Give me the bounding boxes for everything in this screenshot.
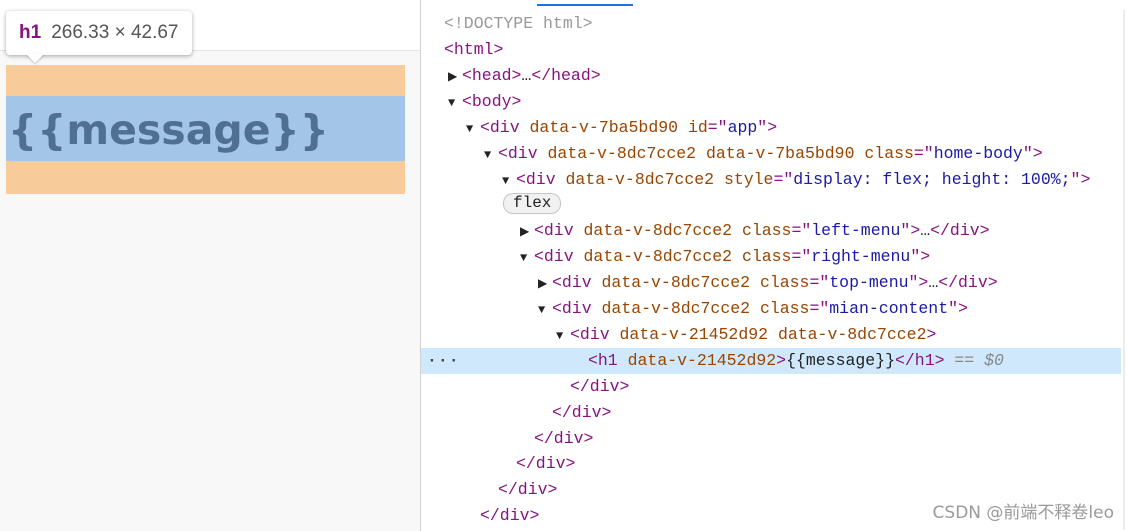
tooltip-arrow (26, 54, 44, 63)
dom-node-row[interactable]: ▼ <div data-v-8dc7cce2 class="right-menu"… (421, 244, 1121, 270)
expand-arrow-icon[interactable]: ▶ (520, 219, 534, 245)
dom-node-row[interactable]: ▼ <div data-v-8dc7cce2 data-v-7ba5bd90 cl… (421, 141, 1121, 167)
dom-node-row[interactable]: ▶ <div data-v-8dc7cce2 class="left-menu">… (421, 218, 1121, 244)
dom-node-row[interactable]: ▼ <div data-v-8dc7cce2 class="mian-conten… (421, 296, 1121, 322)
tooltip-dimensions: 266.33 × 42.67 (51, 22, 179, 43)
dom-node-row[interactable]: </div> (421, 374, 1121, 400)
collapse-arrow-icon[interactable]: ▼ (538, 297, 552, 323)
collapse-arrow-icon[interactable]: ▼ (448, 90, 462, 116)
dom-node-row[interactable]: ▼ <div data-v-21452d92 data-v-8dc7cce2> (421, 322, 1121, 348)
collapse-arrow-icon[interactable]: ▼ (466, 116, 480, 142)
page-heading[interactable]: {{message}} (8, 102, 329, 158)
dom-node-row[interactable]: ▶ <div data-v-8dc7cce2 class="top-menu">…… (421, 270, 1121, 296)
console-reference: == $0 (954, 351, 1004, 370)
active-tab-indicator (537, 4, 633, 6)
dom-node-row[interactable]: </div> (421, 451, 1121, 477)
more-options-icon[interactable]: ··· (427, 348, 460, 374)
dom-node-row[interactable]: ▼ <div data-v-7ba5bd90 id="app"> (421, 115, 1121, 141)
dom-node-row[interactable]: <html> (421, 37, 1121, 63)
page-preview: {{message}} h1 266.33 × 42.67 (0, 0, 420, 531)
elements-panel: <!DOCTYPE html> <html> ▶ <head>…</head> ▼ <bo… (420, 0, 1127, 531)
flex-badge[interactable]: flex (503, 193, 562, 214)
inspect-tooltip: h1 266.33 × 42.67 (6, 11, 192, 55)
collapse-arrow-icon[interactable]: ▼ (520, 245, 534, 271)
collapse-arrow-icon[interactable]: ▼ (484, 142, 498, 168)
dom-node-row[interactable]: ▼ <body> (421, 89, 1121, 115)
dom-node-row[interactable]: <!DOCTYPE html> (421, 11, 1121, 37)
dom-node-row[interactable]: ▶ <head>…</head> (421, 63, 1121, 89)
tooltip-tag-name: h1 (19, 22, 42, 43)
watermark: CSDN @前端不释卷leo (932, 503, 1114, 523)
dom-node-row[interactable]: </div> (421, 400, 1121, 426)
dom-node-row[interactable]: ··· <h1 data-v-21452d92>{{message}}</h1> … (421, 348, 1121, 374)
collapse-arrow-icon[interactable]: ▼ (556, 323, 570, 349)
dom-node-row[interactable]: </div> (421, 426, 1121, 452)
scrollbar[interactable] (1123, 10, 1125, 530)
dom-node-row[interactable]: ▼ <div data-v-8dc7cce2 style="display: fl… (421, 167, 1121, 193)
expand-arrow-icon[interactable]: ▶ (538, 271, 552, 297)
expand-arrow-icon[interactable]: ▶ (448, 64, 462, 90)
